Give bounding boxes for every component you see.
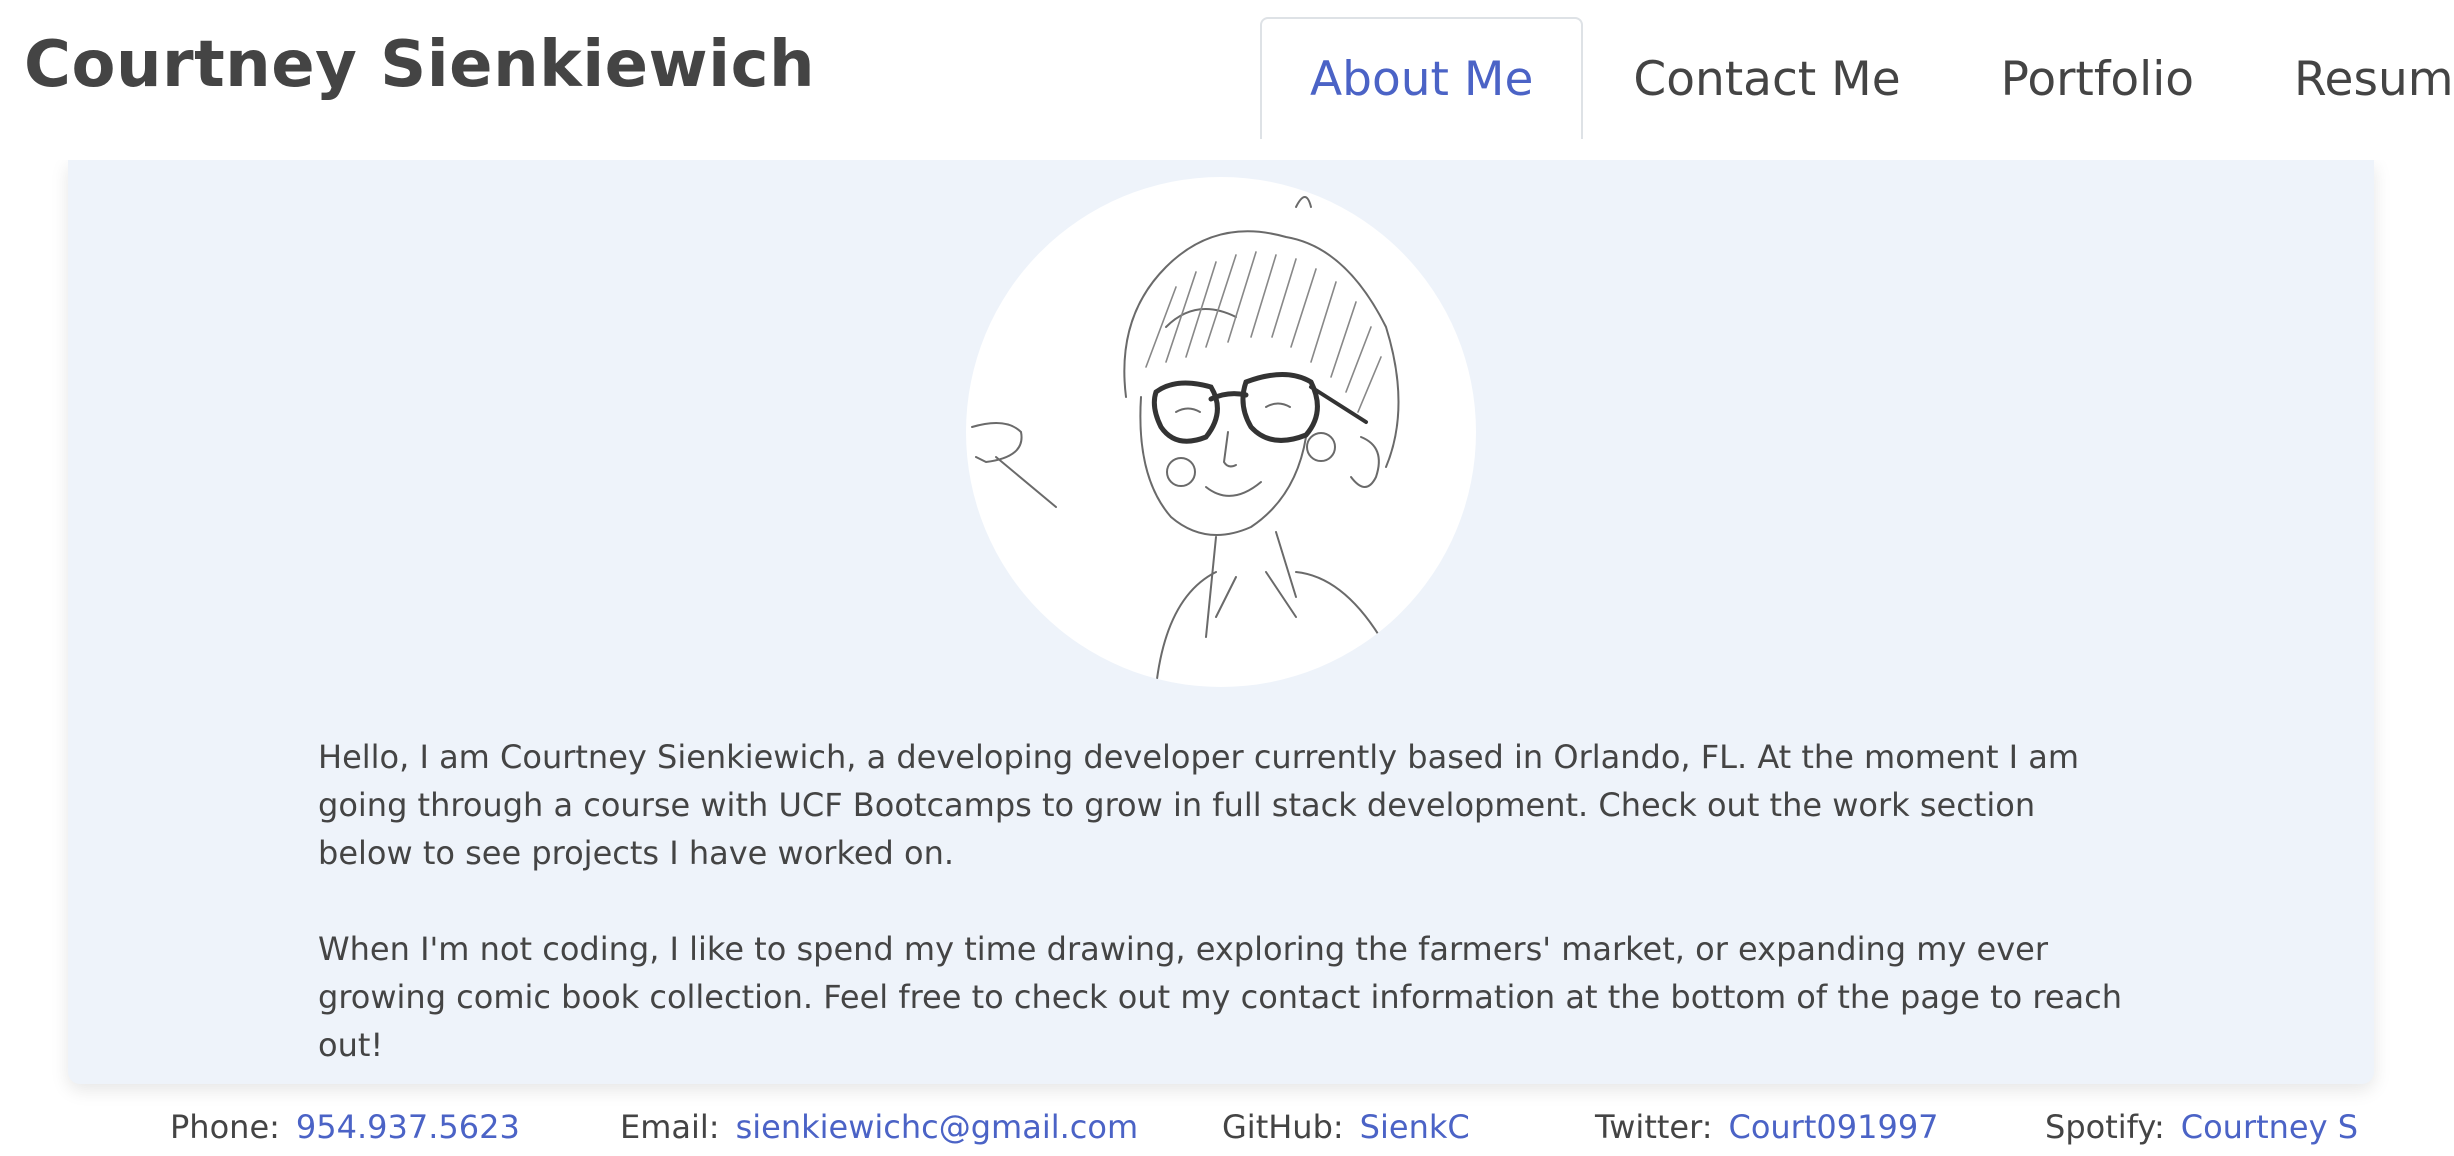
tab-portfolio[interactable]: Portfolio bbox=[1951, 17, 2244, 139]
about-me-card: Hello, I am Courtney Sienkiewich, a deve… bbox=[68, 160, 2374, 1084]
sketch-portrait-icon bbox=[971, 196, 1400, 687]
tab-contact-me[interactable]: Contact Me bbox=[1583, 17, 1950, 139]
tab-resume[interactable]: Resume bbox=[2244, 17, 2454, 139]
phone-label: Phone: bbox=[170, 1108, 280, 1146]
main-nav: About Me Contact Me Portfolio Resume bbox=[1260, 16, 2454, 160]
site-header: Courtney Sienkiewich About Me Contact Me… bbox=[0, 0, 2454, 160]
tab-about-me[interactable]: About Me bbox=[1260, 17, 1584, 139]
bio-text: Hello, I am Courtney Sienkiewich, a deve… bbox=[318, 733, 2128, 1117]
spotify-link[interactable]: Courtney S bbox=[2181, 1108, 2358, 1146]
bio-paragraph-intro: Hello, I am Courtney Sienkiewich, a deve… bbox=[318, 738, 2080, 872]
bio-paragraph-hobbies: When I'm not coding, I like to spend my … bbox=[318, 930, 2123, 1064]
profile-avatar bbox=[966, 177, 1476, 687]
site-title: Courtney Sienkiewich bbox=[24, 28, 816, 102]
